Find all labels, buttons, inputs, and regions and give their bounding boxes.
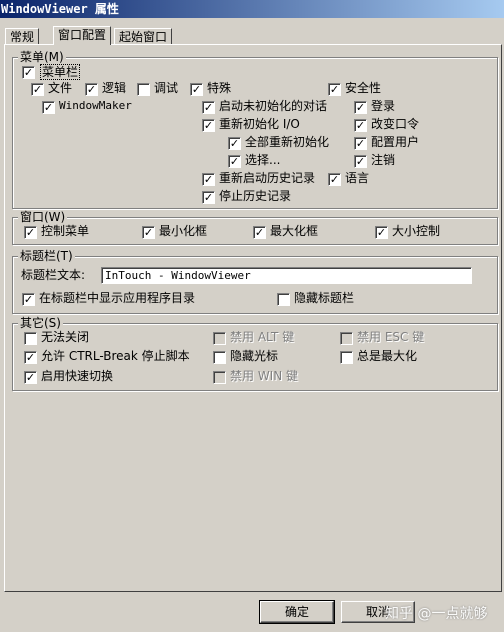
reinit-all-checkbox[interactable]: ✓: [228, 137, 241, 150]
security-label: 安全性: [345, 81, 382, 95]
tab-window-config-label: 窗口配置: [58, 28, 107, 42]
stop-history-label: 停止历史记录: [219, 189, 292, 203]
other-group-legend: 其它(S): [18, 316, 63, 330]
language-checkbox[interactable]: ✓: [328, 173, 341, 186]
reinit-io-checkbox[interactable]: ✓: [202, 119, 215, 132]
show-app-dir-checkbox[interactable]: ✓: [22, 293, 35, 306]
fast-switch-label: 启用快速切换: [41, 369, 114, 383]
windowmaker-label: WindowMaker: [59, 99, 132, 112]
minimize-box-label: 最小化框: [159, 224, 208, 238]
file-checkbox[interactable]: ✓: [31, 83, 44, 96]
window-title-bar[interactable]: WindowViewer 属性: [0, 0, 504, 18]
menubar-checkbox[interactable]: ✓: [22, 66, 35, 79]
special-label: 特殊: [207, 81, 232, 95]
disable-esc-checkbox[interactable]: [340, 332, 353, 345]
hide-titlebar-checkbox[interactable]: [277, 293, 290, 306]
windowmaker-checkbox[interactable]: ✓: [42, 101, 55, 114]
reinit-io-label: 重新初始化 I/O: [219, 117, 300, 131]
login-label: 登录: [371, 99, 396, 113]
config-users-label: 配置用户: [371, 135, 420, 149]
fast-switch-checkbox[interactable]: ✓: [24, 371, 37, 384]
tab-start-window-label: 起始窗口: [119, 30, 168, 44]
hide-titlebar-label: 隐藏标题栏: [294, 291, 355, 305]
special-checkbox[interactable]: ✓: [190, 83, 203, 96]
titlebar-group-legend: 标题栏(T): [18, 249, 75, 263]
tab-general[interactable]: 常规: [5, 28, 40, 45]
restart-history-label: 重新启动历史记录: [219, 171, 316, 185]
logout-label: 注销: [371, 153, 396, 167]
titlebar-text-input[interactable]: InTouch - WindowViewer: [101, 267, 472, 284]
control-menu-checkbox[interactable]: ✓: [24, 226, 37, 239]
file-label: 文件: [48, 81, 73, 95]
always-max-label: 总是最大化: [357, 349, 418, 363]
allow-ctrl-break-label: 允许 CTRL-Break 停止脚本: [41, 349, 190, 363]
logic-label: 逻辑: [102, 81, 127, 95]
debug-checkbox[interactable]: [137, 83, 150, 96]
restart-history-checkbox[interactable]: ✓: [202, 173, 215, 186]
login-checkbox[interactable]: ✓: [354, 101, 367, 114]
start-uninit-dialog-label: 启动未初始化的对话: [219, 99, 328, 113]
hide-cursor-label: 隐藏光标: [230, 349, 279, 363]
debug-label: 调试: [154, 81, 179, 95]
titlebar-text-label: 标题栏文本:: [21, 268, 86, 282]
no-close-checkbox[interactable]: [24, 332, 37, 345]
disable-win-label: 禁用 WIN 键: [230, 369, 299, 383]
hide-cursor-checkbox[interactable]: [213, 351, 226, 364]
start-uninit-dialog-checkbox[interactable]: ✓: [202, 101, 215, 114]
security-checkbox[interactable]: ✓: [328, 83, 341, 96]
menu-group-legend: 菜单(M): [18, 50, 66, 64]
window-title: WindowViewer 属性: [1, 2, 119, 16]
menu-group: [12, 57, 498, 209]
logout-checkbox[interactable]: ✓: [354, 155, 367, 168]
change-password-label: 改变口令: [371, 117, 420, 131]
maximize-box-label: 最大化框: [270, 224, 319, 238]
window-group-legend: 窗口(W): [18, 210, 68, 224]
maximize-box-checkbox[interactable]: ✓: [253, 226, 266, 239]
tab-start-window[interactable]: 起始窗口: [114, 28, 173, 45]
ok-button[interactable]: 确定: [259, 600, 335, 624]
always-max-checkbox[interactable]: [340, 351, 353, 364]
watermark-text: 知乎 @一点就够: [385, 606, 488, 622]
minimize-box-checkbox[interactable]: ✓: [142, 226, 155, 239]
select-label: 选择...: [245, 153, 281, 167]
config-users-checkbox[interactable]: ✓: [354, 137, 367, 150]
menubar-label: 菜单栏: [40, 64, 81, 80]
no-close-label: 无法关闭: [41, 330, 90, 344]
control-menu-label: 控制菜单: [41, 224, 90, 238]
size-control-label: 大小控制: [392, 224, 441, 238]
select-checkbox[interactable]: ✓: [228, 155, 241, 168]
size-control-checkbox[interactable]: ✓: [375, 226, 388, 239]
disable-alt-checkbox[interactable]: [213, 332, 226, 345]
change-password-checkbox[interactable]: ✓: [354, 119, 367, 132]
allow-ctrl-break-checkbox[interactable]: ✓: [24, 351, 37, 364]
stop-history-checkbox[interactable]: ✓: [202, 191, 215, 204]
show-app-dir-label: 在标题栏中显示应用程序目录: [39, 291, 196, 305]
disable-win-checkbox[interactable]: [213, 371, 226, 384]
disable-esc-label: 禁用 ESC 键: [357, 330, 425, 344]
tab-window-config[interactable]: 窗口配置: [53, 26, 112, 45]
language-label: 语言: [345, 171, 370, 185]
titlebar-group: [12, 256, 498, 314]
reinit-all-label: 全部重新初始化: [245, 135, 330, 149]
disable-alt-label: 禁用 ALT 键: [230, 330, 295, 344]
tab-general-label: 常规: [10, 30, 35, 44]
logic-checkbox[interactable]: ✓: [85, 83, 98, 96]
